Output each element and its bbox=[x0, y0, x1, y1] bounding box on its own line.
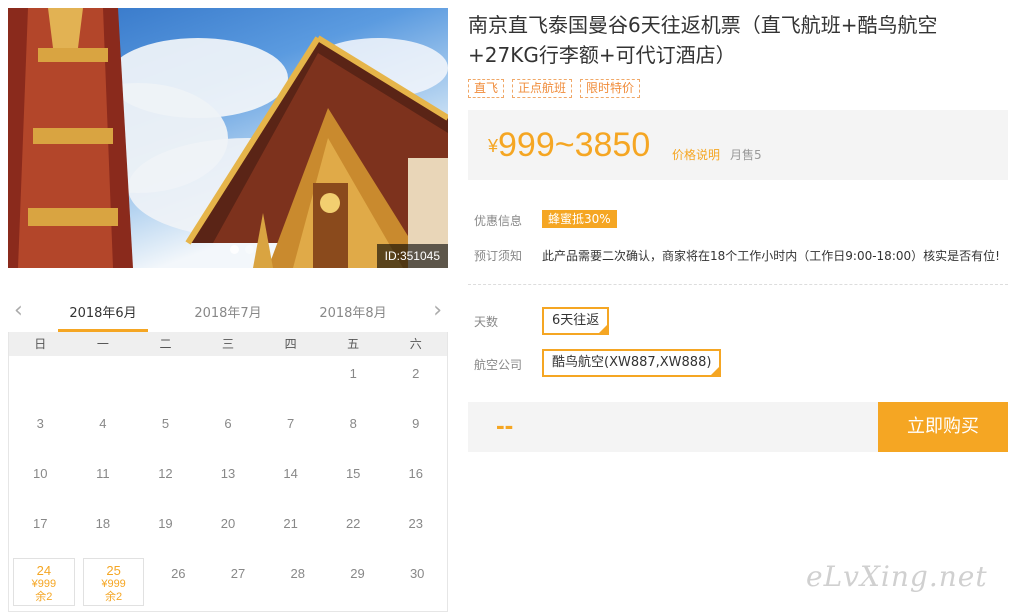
calendar-day: 26 bbox=[171, 566, 186, 581]
product-photo[interactable]: ID:351045 bbox=[8, 8, 448, 268]
calendar-day: 4 bbox=[99, 416, 107, 431]
prev-month-icon[interactable]: ‹ bbox=[14, 298, 23, 324]
calendar-week-row: 24 ¥999 余2 25 ¥999 余2 26 27 28 29 30 bbox=[9, 556, 447, 606]
weekday-label: 二 bbox=[159, 337, 172, 351]
buy-now-button[interactable]: 立即购买 bbox=[878, 402, 1008, 452]
weekday-label: 六 bbox=[409, 337, 422, 351]
calendar-day: 10 bbox=[33, 466, 48, 481]
day-price: ¥999 bbox=[31, 578, 57, 590]
calendar-day-available[interactable]: 25 ¥999 余2 bbox=[82, 558, 145, 606]
calendar-day: 1 bbox=[349, 366, 357, 381]
calendar-day: 8 bbox=[349, 416, 357, 431]
calendar-day bbox=[259, 356, 322, 406]
calendar-day: 11 bbox=[96, 466, 110, 481]
calendar-day: 5 bbox=[161, 416, 170, 431]
promo-badge: 蜂蜜抵30% bbox=[542, 210, 617, 228]
tag-direct: 直飞 bbox=[468, 79, 505, 98]
calendar-weekdays: 日 一 二 三 四 五 六 bbox=[9, 332, 447, 356]
calendar-day: 12 bbox=[158, 466, 173, 481]
calendar-day: 3 bbox=[36, 416, 44, 431]
product-page: ID:351045 ‹ 2018年6月 2018年7月 2018年8月 › 日 … bbox=[0, 0, 1012, 614]
price-value: 999~3850 bbox=[498, 126, 651, 164]
calendar-week-row: 12 bbox=[9, 356, 447, 406]
calendar-day: 22 bbox=[345, 516, 361, 531]
notice-text: 此产品需要二次确认，商家将在18个工作小时内（工作日9:00-18:00）核实是… bbox=[542, 249, 1000, 263]
calendar-day: 9 bbox=[412, 416, 420, 431]
calendar-day: 16 bbox=[408, 466, 423, 481]
weekday-label: 三 bbox=[222, 337, 235, 351]
notice-label: 预订须知 bbox=[474, 249, 523, 263]
calendar-week-row: 3 4 5 6 7 8 9 bbox=[9, 406, 447, 456]
tab-month-august[interactable]: 2018年8月 bbox=[308, 302, 398, 321]
calendar-body: 1 2 3 4 5 6 7 8 9 10 11 12 13 14 15 16 17 18 19 20 21 22 23 bbox=[9, 356, 447, 556]
calendar-day: 6 bbox=[224, 416, 232, 431]
calendar-day-available[interactable]: 24 ¥999 余2 bbox=[13, 558, 75, 606]
calendar-month-nav: ‹ 2018年6月 2018年7月 2018年8月 › bbox=[8, 296, 448, 332]
day-number: 25 bbox=[106, 563, 121, 578]
calendar-day: 30 bbox=[409, 566, 425, 581]
calendar-day: 2 bbox=[412, 366, 420, 381]
tag-punctual: 正点航班 bbox=[512, 79, 573, 98]
calendar-day: 13 bbox=[220, 466, 236, 481]
tab-month-june[interactable]: 2018年6月 bbox=[58, 302, 148, 332]
price-panel: ¥999~3850 价格说明 月售5 bbox=[468, 110, 1008, 180]
calendar-day: 18 bbox=[95, 516, 111, 531]
price-range: ¥999~3850 bbox=[488, 126, 650, 165]
carousel-dot[interactable] bbox=[245, 245, 254, 254]
calendar-day bbox=[72, 356, 135, 406]
calendar-day: 19 bbox=[158, 516, 173, 531]
calendar-day: 27 bbox=[230, 566, 246, 581]
day-price: ¥999 bbox=[101, 578, 126, 590]
tag-special-price: 限时特价 bbox=[580, 79, 641, 98]
weekday-label: 日 bbox=[34, 337, 47, 351]
total-price: -- bbox=[496, 410, 514, 440]
tab-month-july[interactable]: 2018年7月 bbox=[183, 302, 273, 321]
calendar-day: 15 bbox=[345, 466, 361, 481]
day-remaining: 余2 bbox=[105, 591, 123, 603]
days-option-selected[interactable]: 6天往返 bbox=[542, 307, 610, 335]
weekday-label: 一 bbox=[96, 337, 109, 351]
days-label: 天数 bbox=[474, 315, 499, 329]
product-tags: 直飞 正点航班 限时特价 bbox=[468, 79, 641, 98]
calendar-day: 14 bbox=[283, 466, 298, 481]
divider bbox=[468, 284, 1008, 285]
calendar-day: 28 bbox=[290, 566, 305, 581]
purchase-bar: -- 立即购买 bbox=[468, 402, 1008, 452]
calendar-day bbox=[134, 356, 197, 406]
airline-label: 航空公司 bbox=[474, 358, 523, 372]
calendar-day: 29 bbox=[350, 566, 365, 581]
promo-value: 蜂蜜抵30% bbox=[542, 210, 617, 228]
carousel-dot-active[interactable] bbox=[230, 245, 239, 254]
day-remaining: 余2 bbox=[35, 591, 53, 603]
product-title: 南京直飞泰国曼谷6天往返机票（直飞航班+酷鸟航空+27KG行李额+可代订酒店） bbox=[468, 13, 938, 67]
temple-illustration bbox=[8, 8, 448, 268]
calendar-day: 17 bbox=[33, 516, 48, 531]
airline-option-selected[interactable]: 酷鸟航空(XW887,XW888) bbox=[542, 349, 722, 377]
product-id-badge: ID:351045 bbox=[376, 244, 448, 268]
carousel-dots[interactable] bbox=[230, 245, 254, 254]
price-note-link[interactable]: 价格说明 bbox=[672, 146, 720, 163]
promo-label: 优惠信息 bbox=[474, 214, 523, 228]
site-watermark: eLvXing.net bbox=[806, 560, 988, 593]
calendar-day: 23 bbox=[408, 516, 423, 531]
calendar-day: 7 bbox=[286, 416, 295, 431]
calendar-day: 21 bbox=[283, 516, 298, 531]
calendar-grid: 日 一 二 三 四 五 六 1 2 3 4 5 6 7 8 9 10 11 12 13 14 15 16 17 1… bbox=[8, 332, 448, 612]
price-currency: ¥ bbox=[488, 136, 499, 156]
calendar-week-row: 10 11 12 13 14 15 16 bbox=[9, 456, 447, 506]
calendar-day bbox=[9, 356, 72, 406]
weekday-label: 五 bbox=[347, 337, 360, 351]
calendar-day bbox=[197, 356, 260, 406]
calendar-week-row: 17 18 19 20 21 22 23 bbox=[9, 506, 447, 556]
day-number: 24 bbox=[36, 563, 52, 578]
weekday-label: 四 bbox=[284, 337, 297, 351]
next-month-icon[interactable]: › bbox=[433, 298, 442, 324]
monthly-sales: 月售5 bbox=[730, 148, 762, 162]
calendar-day: 20 bbox=[220, 516, 236, 531]
